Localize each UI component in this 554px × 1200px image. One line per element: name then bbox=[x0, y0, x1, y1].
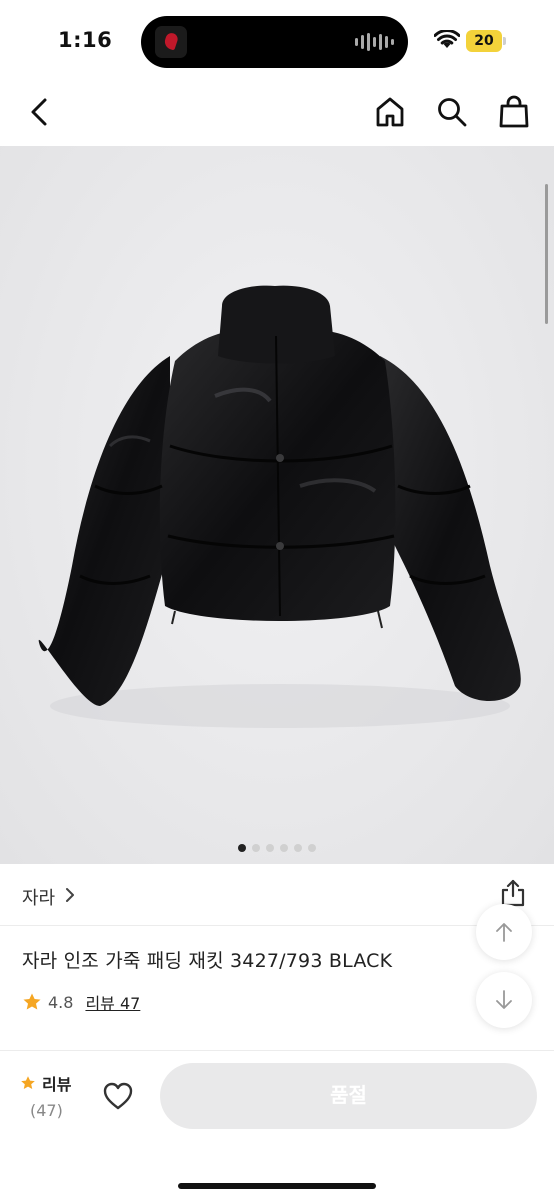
battery-level: 20 bbox=[466, 30, 502, 52]
home-indicator bbox=[178, 1183, 376, 1189]
brand-name[interactable]: 자라 bbox=[22, 884, 55, 910]
top-navigation bbox=[0, 80, 554, 146]
arrow-up-icon bbox=[496, 923, 512, 942]
wifi-icon bbox=[434, 30, 460, 48]
star-icon bbox=[23, 993, 41, 1010]
heart-icon[interactable] bbox=[102, 1081, 134, 1111]
carousel-dot[interactable] bbox=[294, 844, 302, 852]
scroll-top-button[interactable] bbox=[476, 904, 532, 960]
dynamic-island bbox=[141, 16, 408, 68]
status-time: 1:16 bbox=[58, 28, 113, 52]
carousel-dot[interactable] bbox=[308, 844, 316, 852]
carousel-dot[interactable] bbox=[280, 844, 288, 852]
back-arrow-icon[interactable] bbox=[22, 94, 58, 130]
carousel-dot[interactable] bbox=[238, 844, 246, 852]
status-bar: 1:16 20 bbox=[0, 0, 554, 80]
audio-wave-icon bbox=[355, 32, 394, 52]
soldout-button[interactable]: 품절 bbox=[160, 1063, 537, 1129]
carousel-pagination bbox=[238, 844, 316, 852]
star-icon bbox=[21, 1076, 35, 1089]
image-scroll-indicator bbox=[545, 184, 548, 324]
shopping-bag-icon[interactable] bbox=[496, 94, 532, 130]
carousel-dot[interactable] bbox=[252, 844, 260, 852]
bottom-action-bar: 리뷰 (47) 품절 bbox=[0, 1050, 554, 1200]
rating-row: 4.8 리뷰 47 bbox=[22, 990, 140, 1014]
chevron-right-icon bbox=[66, 888, 74, 902]
product-title: 자라 인조 가죽 패딩 재킷 3427/793 BLACK bbox=[22, 950, 393, 972]
home-icon[interactable] bbox=[372, 94, 408, 130]
battery-tip bbox=[503, 37, 506, 45]
brand-row[interactable]: 자라 bbox=[0, 864, 554, 926]
review-count: (47) bbox=[30, 1101, 63, 1120]
scroll-bottom-button[interactable] bbox=[476, 972, 532, 1028]
review-link[interactable]: 리뷰 47 bbox=[85, 990, 140, 1014]
product-image-carousel[interactable] bbox=[0, 146, 554, 864]
now-playing-artwork bbox=[155, 26, 187, 58]
review-label: 리뷰 bbox=[42, 1075, 72, 1094]
arrow-down-icon bbox=[496, 990, 512, 1009]
search-icon[interactable] bbox=[434, 94, 470, 130]
product-photo-jacket bbox=[38, 285, 521, 728]
review-summary[interactable]: 리뷰 (47) bbox=[20, 1071, 90, 1120]
rating-value: 4.8 bbox=[48, 992, 74, 1012]
carousel-dot[interactable] bbox=[266, 844, 274, 852]
